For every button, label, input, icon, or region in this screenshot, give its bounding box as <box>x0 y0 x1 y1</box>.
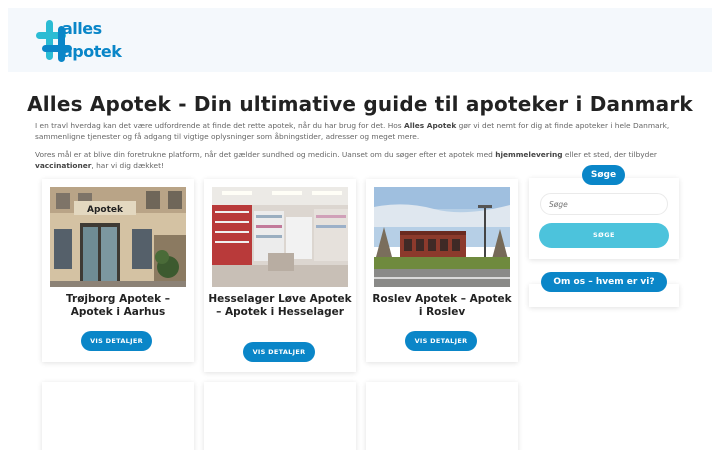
pharmacy-card-placeholder <box>42 382 194 450</box>
pharmacy-card-placeholder <box>204 382 356 450</box>
site-logo[interactable]: alles apotek <box>36 14 146 70</box>
brand-name-bold: Alles Apotek <box>404 121 457 130</box>
pharmacy-card: Roslev Apotek – Apotek i Roslev VIS DETA… <box>366 179 518 362</box>
pharmacy-photo[interactable] <box>374 187 510 287</box>
logo-wordmark-top: alles <box>62 19 102 38</box>
about-widget-title[interactable]: Om os – hvem er vi? <box>541 272 667 292</box>
view-details-button[interactable]: VIS DETALJER <box>243 342 315 362</box>
home-delivery-bold: hjemmelevering <box>495 150 563 159</box>
search-input[interactable] <box>540 193 668 215</box>
pharmacy-card: Hesselager Løve Apotek – Apotek i Hessel… <box>204 179 356 372</box>
pharmacy-card-placeholder <box>366 382 518 450</box>
intro-paragraph-1: I en travl hverdag kan det være udfordre… <box>35 121 670 141</box>
pharmacy-card: Apotek Trøjborg Apotek – Apotek i Aarhus… <box>42 179 194 362</box>
site-header: alles apotek <box>8 8 712 72</box>
pharmacy-photo[interactable]: Apotek <box>50 187 186 287</box>
pharmacy-name[interactable]: Hesselager Løve Apotek – Apotek i Hessel… <box>208 293 352 319</box>
logo-wordmark-bottom: apotek <box>62 42 122 61</box>
pharmacy-name[interactable]: Roslev Apotek – Apotek i Roslev <box>370 293 514 319</box>
pharmacy-name[interactable]: Trøjborg Apotek – Apotek i Aarhus <box>46 293 190 319</box>
page-title: Alles Apotek - Din ultimative guide til … <box>27 92 693 116</box>
search-button[interactable]: SØGE <box>539 223 669 248</box>
view-details-button[interactable]: VIS DETALJER <box>405 331 477 351</box>
store-sign-text: Apotek <box>87 205 124 215</box>
view-details-button[interactable]: VIS DETALJER <box>81 331 152 351</box>
search-widget-title: Søge <box>582 165 625 185</box>
pharmacy-photo[interactable] <box>212 187 348 287</box>
vaccinations-bold: vaccinationer <box>35 161 92 170</box>
